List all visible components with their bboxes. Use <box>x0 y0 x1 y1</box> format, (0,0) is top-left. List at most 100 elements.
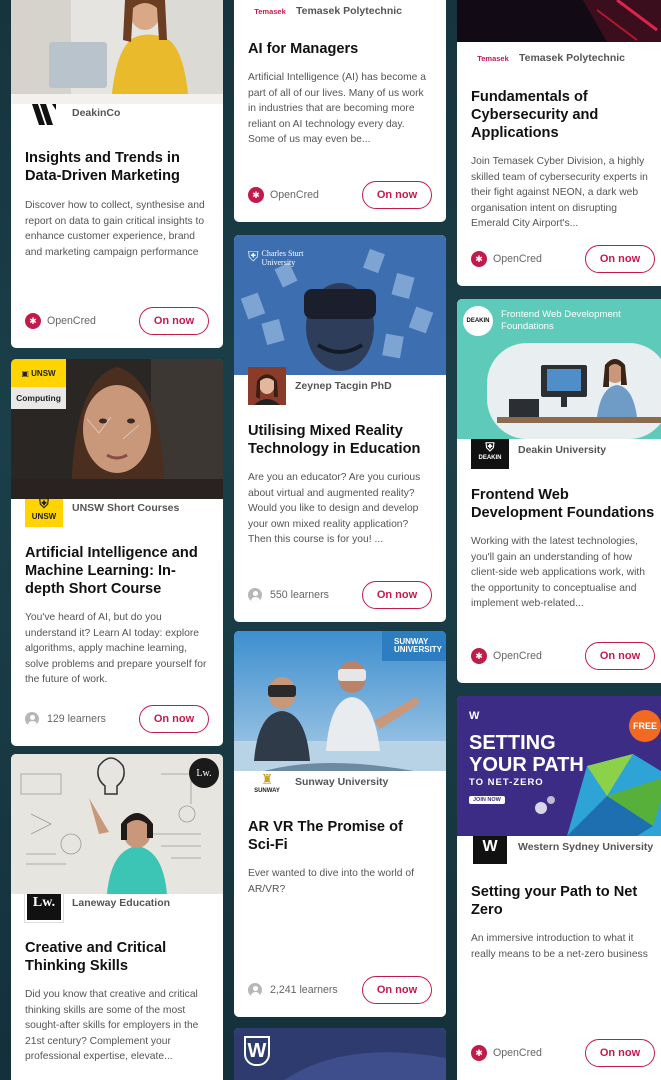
deakin-hero-banner: DEAKIN Frontend Web Development Foundati… <box>457 299 661 343</box>
meta-label: OpenCred <box>47 315 96 327</box>
category-badge: ▣ UNSW Computing <box>11 359 66 409</box>
hero-title: Frontend Web Development Foundations <box>501 309 621 332</box>
course-title[interactable]: Setting your Path to Net Zero <box>471 883 655 919</box>
course-card-data-driven-marketing[interactable]: DeakinCo Insights and Trends in Data-Dri… <box>11 0 223 348</box>
opencred-icon: ✱ <box>471 648 487 664</box>
course-hero-image: Lw. <box>11 754 223 894</box>
course-card-ai-machine-learning[interactable]: ▣ UNSW Computing ⛨ UNSW UNSW Short Cours… <box>11 359 223 746</box>
meta-label: OpenCred <box>270 189 319 201</box>
course-title[interactable]: AI for Managers <box>248 40 432 58</box>
course-title[interactable]: Utilising Mixed Reality Technology in Ed… <box>248 422 432 458</box>
meta-label: 2,241 learners <box>270 984 338 996</box>
course-hero-image <box>11 0 223 104</box>
course-title[interactable]: Insights and Trends in Data-Driven Marke… <box>25 149 209 185</box>
on-now-button[interactable]: On now <box>585 1039 655 1067</box>
course-hero-image: W <box>234 1028 446 1080</box>
temasek-logo: Temasek <box>248 1 292 21</box>
opencred-icon: ✱ <box>248 187 264 203</box>
provider-name: Laneway Education <box>72 897 171 909</box>
free-label: FREE <box>632 721 657 731</box>
course-card-creative-critical-thinking[interactable]: Lw. Lw. Laneway Education Creative and C… <box>11 754 223 1080</box>
on-now-button[interactable]: On now <box>362 976 432 1004</box>
deakin-hero-logo: DEAKIN <box>463 306 493 336</box>
course-description: You've heard of AI, but do you understan… <box>25 612 207 686</box>
provider-name: Temasek Polytechnic <box>296 5 403 17</box>
on-now-button[interactable]: On now <box>362 181 432 209</box>
provider-name: Zeynep Tacgin PhD <box>295 380 392 392</box>
hero-text: SETTING YOUR PATH TO NET-ZERO JOIN NOW <box>469 732 584 806</box>
learners-icon <box>248 588 262 602</box>
charles-sturt-logo: ⛨ Charles Sturt University <box>248 249 322 267</box>
course-hero-image: ⛨ Charles Sturt University <box>234 235 446 375</box>
category-label: Computing <box>11 387 66 409</box>
course-description: Working with the latest technologies, yo… <box>471 536 645 610</box>
card-footer: 2,241 learners On now <box>248 976 432 1004</box>
card-meta: 550 learners <box>248 588 329 602</box>
card-meta: ✱ OpenCred <box>25 313 96 329</box>
course-card-cybersecurity[interactable]: Temasek Temasek Polytechnic Fundamentals… <box>457 0 661 286</box>
course-title[interactable]: AR VR The Promise of Sci-Fi <box>248 818 432 854</box>
on-now-button[interactable]: On now <box>362 581 432 609</box>
instructor-avatar <box>248 367 286 405</box>
logo-text: SUNWAY <box>254 787 280 794</box>
card-footer: ✱ OpenCred On now <box>471 642 655 670</box>
provider-row: Temasek Temasek Polytechnic <box>457 42 661 74</box>
card-meta: 129 learners <box>25 712 106 726</box>
course-description: Discover how to collect, synthesise and … <box>25 200 205 258</box>
meta-label: 550 learners <box>270 589 329 601</box>
laneway-badge-logo: Lw. <box>189 758 219 788</box>
on-now-button[interactable]: On now <box>585 642 655 670</box>
course-title[interactable]: Artificial Intelligence and Machine Lear… <box>25 544 209 598</box>
course-description: An immersive introduction to what it rea… <box>471 933 648 960</box>
hero-logo-text: DEAKIN <box>466 318 490 324</box>
on-now-button[interactable]: On now <box>139 705 209 733</box>
provider-name: DeakinCo <box>72 107 121 119</box>
on-now-button[interactable]: On now <box>139 307 209 335</box>
shield-icon: ⛨ <box>485 439 495 454</box>
hero-line-2: YOUR PATH <box>469 754 584 776</box>
wsu-small-logo-icon: W <box>469 710 480 722</box>
course-hero-image: ▣ UNSW Computing <box>11 359 223 499</box>
temasek-logo: Temasek <box>471 48 515 68</box>
course-title[interactable]: Frontend Web Development Foundations <box>471 486 655 522</box>
course-card-ai-for-managers[interactable]: Temasek Temasek Polytechnic AI for Manag… <box>234 0 446 222</box>
course-hero-image: DEAKIN Frontend Web Development Foundati… <box>457 299 661 439</box>
opencred-icon: ✱ <box>471 1045 487 1061</box>
course-description: Ever wanted to dive into the world of AR… <box>248 868 414 895</box>
card-footer: 129 learners On now <box>25 705 209 733</box>
hero-logo-text: Charles Sturt University <box>261 249 304 267</box>
course-card-net-zero[interactable]: W SETTING YOUR PATH TO NET-ZERO JOIN NOW… <box>457 696 661 1080</box>
course-hero-image <box>457 0 661 42</box>
course-title[interactable]: Fundamentals of Cybersecurity and Applic… <box>471 88 655 142</box>
meta-label: OpenCred <box>493 1047 542 1059</box>
course-hero-image: W SETTING YOUR PATH TO NET-ZERO JOIN NOW… <box>457 696 661 836</box>
shield-w-icon: W <box>482 838 498 855</box>
course-description: Artificial Intelligence (AI) has become … <box>248 72 426 146</box>
course-card-mixed-reality[interactable]: ⛨ Charles Sturt University Zeynep Tacgin… <box>234 235 446 622</box>
course-card-western-sydney-partial[interactable]: W <box>234 1028 446 1080</box>
logo-text: UNSW <box>31 511 57 521</box>
course-description: Did you know that creative and critical … <box>25 989 199 1063</box>
course-title[interactable]: Creative and Critical Thinking Skills <box>25 939 209 975</box>
card-meta: ✱ OpenCred <box>471 648 542 664</box>
card-footer: ✱ OpenCred On now <box>248 181 432 209</box>
hero-logo-text: SUNWAY UNIVERSITY <box>394 637 443 654</box>
opencred-icon: ✱ <box>25 313 41 329</box>
course-description: Are you an educator? Are you curious abo… <box>248 472 421 546</box>
learners-icon <box>248 983 262 997</box>
sunway-hero-badge: SUNWAY UNIVERSITY <box>382 631 446 661</box>
card-footer: 550 learners On now <box>248 581 432 609</box>
on-now-button[interactable]: On now <box>585 245 655 273</box>
course-card-ar-vr-sci-fi[interactable]: SUNWAY UNIVERSITY ♜ SUNWAY Sunway Univer… <box>234 631 446 1017</box>
card-footer: ✱ OpenCred On now <box>471 1039 655 1067</box>
crest-icon: ♜ <box>260 770 274 787</box>
hero-line-3: TO NET-ZERO <box>469 777 544 788</box>
shield-icon: ⛨ <box>248 250 259 265</box>
provider-name: Temasek Polytechnic <box>519 52 626 64</box>
course-description: Join Temasek Cyber Division, a highly sk… <box>471 156 648 230</box>
course-card-frontend-web-dev[interactable]: DEAKIN Frontend Web Development Foundati… <box>457 299 661 683</box>
provider-name: Sunway University <box>295 776 389 788</box>
card-meta: ✱ OpenCred <box>471 1045 542 1061</box>
opencred-icon: ✱ <box>471 251 487 267</box>
card-footer: ✱ OpenCred On now <box>471 245 655 273</box>
